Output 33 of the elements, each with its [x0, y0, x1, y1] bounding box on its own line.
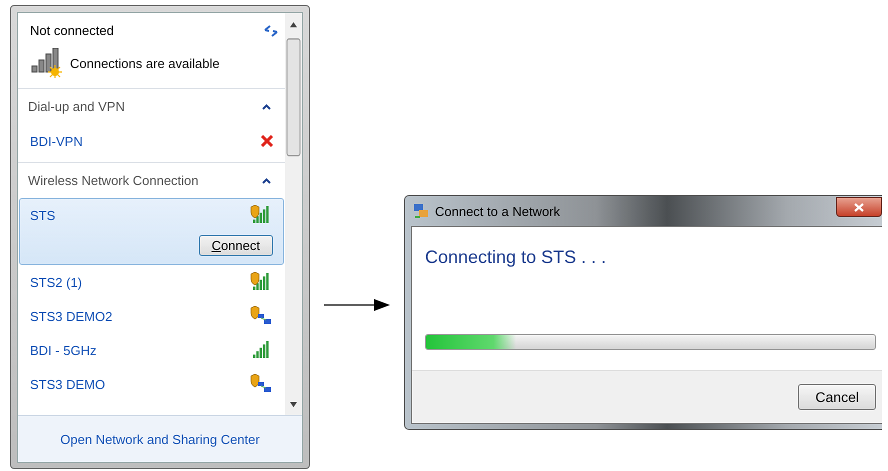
- connection-status: Not connected: [30, 23, 114, 38]
- group-title: Dial-up and VPN: [28, 99, 125, 114]
- shielded-computers-icon: [249, 306, 273, 326]
- network-name: STS2 (1): [30, 274, 82, 290]
- close-icon: [854, 202, 864, 212]
- network-item[interactable]: STS2 (1): [19, 265, 284, 299]
- network-item[interactable]: BDI - 5GHz: [19, 333, 284, 367]
- arrow-icon: [324, 298, 390, 312]
- network-item[interactable]: STS3 DEMO2: [19, 299, 284, 333]
- connect-button[interactable]: Connect: [198, 235, 273, 256]
- collapse-caret-icon[interactable]: [262, 178, 271, 184]
- network-icon: [413, 203, 429, 219]
- network-item[interactable]: STS Connect: [19, 198, 284, 265]
- scrollbar[interactable]: [285, 13, 302, 415]
- group-title: Wireless Network Connection: [28, 173, 199, 188]
- network-item[interactable]: STS3 DEMO: [19, 367, 284, 401]
- shielded-computers-icon: [249, 374, 273, 394]
- network-item[interactable]: BDI-VPN: [19, 124, 284, 158]
- refresh-icon[interactable]: [263, 24, 279, 38]
- group-header[interactable]: Wireless Network Connection: [18, 163, 285, 198]
- remove-icon[interactable]: [261, 135, 273, 147]
- dialog-title: Connect to a Network: [435, 204, 562, 218]
- availability-text: Connections are available: [70, 56, 220, 70]
- connecting-message: Connecting to STS . . .: [425, 247, 606, 267]
- network-name: BDI - 5GHz: [30, 342, 96, 358]
- network-name: STS: [30, 208, 56, 222]
- network-name: STS3 DEMO: [30, 376, 106, 392]
- network-name: STS3 DEMO2: [30, 308, 112, 324]
- network-name: BDI-VPN: [30, 134, 83, 148]
- group-header[interactable]: Dial-up and VPN: [18, 89, 285, 124]
- cancel-button[interactable]: Cancel: [798, 384, 876, 410]
- collapse-caret-icon[interactable]: [262, 104, 271, 110]
- close-button[interactable]: [836, 197, 882, 217]
